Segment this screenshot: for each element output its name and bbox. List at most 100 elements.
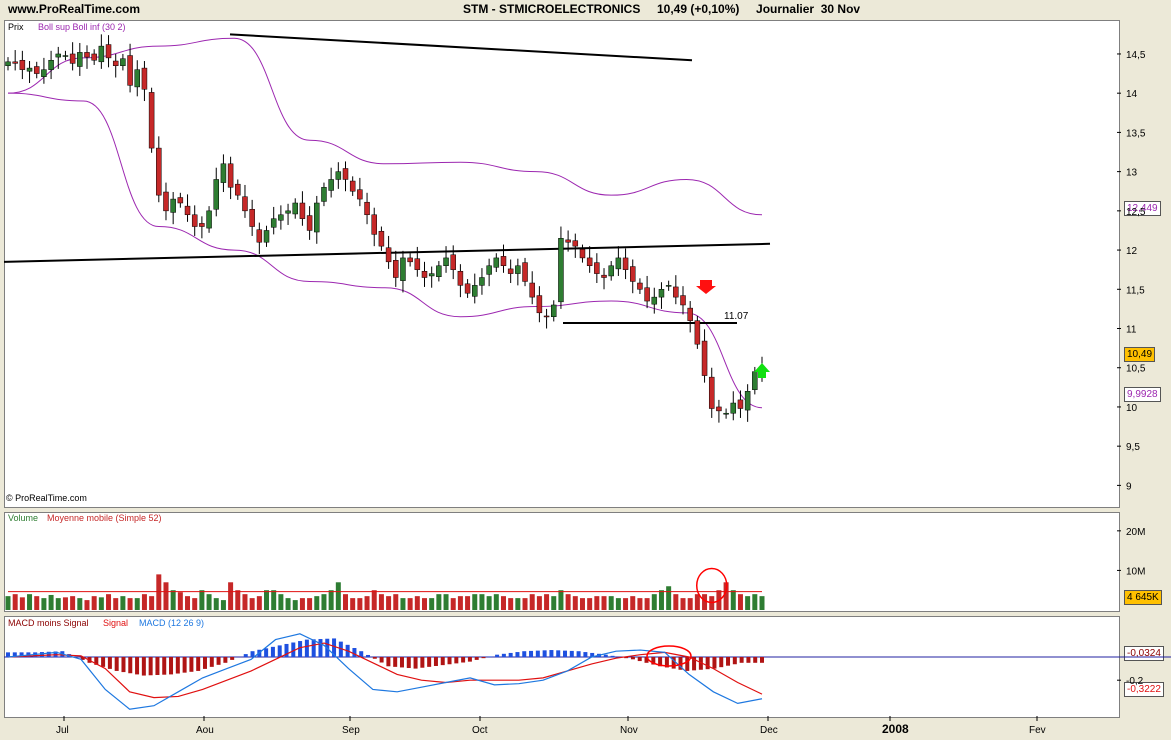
macd-hist-bar — [379, 657, 384, 663]
volume-bar — [450, 598, 456, 610]
chart-svg[interactable]: 14,5 14 13,5 13 12,5 12 11,5 11 10,5 10 9,5 9 20M 10M… — [0, 0, 1171, 740]
price-tick-label: 13 — [1126, 168, 1138, 179]
volume-bar — [156, 574, 162, 610]
volume-bar — [601, 596, 607, 610]
macd-hist-bar — [298, 641, 303, 657]
volume-bar — [658, 590, 664, 610]
volume-bar — [185, 596, 191, 610]
candle-body — [744, 391, 751, 411]
volume-bar — [515, 598, 521, 610]
macd-hist-bar — [569, 650, 574, 657]
macd-hist-bar — [454, 657, 459, 664]
candle-body — [393, 260, 399, 278]
volume-bar — [393, 594, 399, 610]
candle-body — [12, 61, 18, 64]
candle-body — [500, 256, 507, 267]
price-tick-label: 14,5 — [1126, 50, 1146, 61]
price-tick-label: 12 — [1126, 246, 1138, 257]
macd-hist-bar — [630, 657, 635, 660]
volume-bar — [587, 598, 593, 610]
candle-body — [493, 257, 500, 268]
macd-hist-bar — [250, 651, 255, 657]
volume-bar — [134, 598, 140, 610]
volume-bar — [141, 594, 147, 610]
macd-hist-bar — [169, 657, 174, 675]
macd-hist-bar — [399, 657, 404, 668]
volume-bar — [508, 598, 514, 610]
candle-body — [220, 163, 227, 183]
candle-body — [479, 277, 485, 286]
volume-bar — [378, 594, 384, 610]
macd-hist-bar — [542, 650, 547, 657]
candle-body — [278, 214, 284, 221]
x-tick-label: Jul — [56, 725, 69, 736]
macd-hist-bar — [719, 657, 724, 668]
volume-bar — [493, 594, 499, 610]
volume-bar — [357, 598, 363, 610]
macd-hist-bar — [522, 651, 527, 657]
candle-body — [256, 229, 263, 243]
macd-hist-bar — [685, 657, 690, 671]
macd-hist-bar — [467, 657, 472, 662]
macd-line — [7, 633, 763, 710]
macd-hist-bar — [121, 657, 126, 673]
price-tick-label: 14 — [1126, 89, 1138, 100]
candle-body — [428, 273, 435, 277]
candle-body — [77, 52, 83, 67]
volume-bar — [666, 586, 672, 610]
macd-hist-bar — [101, 657, 106, 667]
volume-bar — [579, 598, 585, 610]
volume-bar — [19, 597, 25, 610]
macd-hist-bar — [637, 657, 642, 662]
candle-body — [529, 282, 535, 298]
macd-hist-bar — [433, 657, 438, 666]
candle-body — [184, 205, 191, 216]
macd-hist-bar — [447, 657, 452, 665]
volume-bar — [694, 594, 700, 610]
macd-hist-bar — [474, 657, 479, 660]
volume-bar — [62, 597, 68, 610]
candle-body — [507, 268, 514, 274]
volume-bar — [637, 598, 643, 610]
volume-bar — [163, 582, 169, 610]
volume-bar — [594, 596, 600, 610]
candle-body — [622, 257, 629, 270]
macd-hist-bar — [427, 657, 432, 667]
volume-bar — [206, 594, 212, 610]
candle-body — [84, 52, 90, 58]
candle-body — [227, 163, 234, 188]
volume-bar — [752, 594, 758, 610]
candle-body — [708, 376, 715, 409]
candle-body — [285, 210, 291, 214]
macd-hist-bar — [128, 657, 133, 674]
candle-body — [306, 215, 313, 231]
volume-bar — [98, 597, 104, 610]
volume-bar — [91, 596, 97, 610]
price-tick-label: 9 — [1126, 481, 1132, 492]
candle-body — [658, 289, 665, 298]
macd-hist-bar — [352, 648, 357, 657]
macd-hist-bar — [366, 654, 371, 657]
candle-body — [342, 168, 349, 180]
candle-body — [148, 92, 155, 149]
x-tick-label: Aou — [196, 725, 214, 736]
candle-body — [601, 274, 607, 278]
macd-hist-bar — [155, 657, 160, 675]
macd-hist-bar — [753, 657, 758, 663]
candle-body — [364, 201, 370, 216]
macd-hist-bar — [141, 657, 146, 676]
candle-body — [156, 147, 162, 196]
macd-hist-bar — [481, 657, 486, 659]
candle-body — [730, 402, 737, 414]
volume-bar — [177, 592, 183, 610]
volume-bar — [364, 596, 370, 610]
candle-body — [536, 295, 543, 314]
volume-bar — [529, 594, 535, 610]
volume-bar — [608, 596, 614, 610]
candle-body — [349, 180, 356, 192]
candle-body — [177, 197, 184, 204]
volume-bar — [536, 596, 542, 610]
macd-hist-bar — [270, 646, 275, 657]
candle-body — [515, 265, 521, 274]
volume-bar — [680, 598, 686, 610]
